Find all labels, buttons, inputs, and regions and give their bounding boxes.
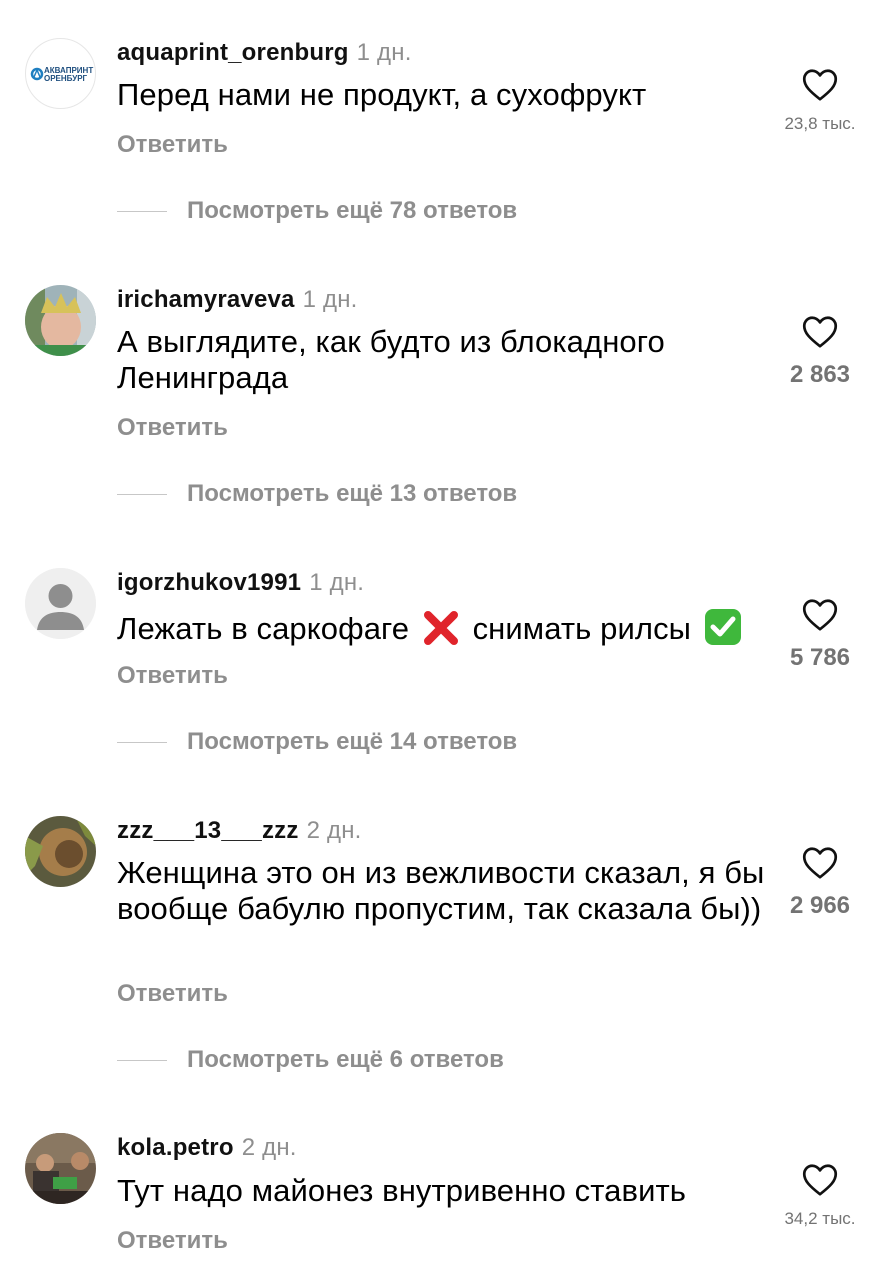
divider-line [117,741,167,743]
comment-author[interactable]: aquaprint_orenburg 1 дн. [117,39,412,67]
heart-icon[interactable] [802,846,838,880]
comment-text: А выглядите, как будто из блокадного Лен… [117,324,665,395]
avatar[interactable]: АКВАПРИНТ ОРЕНБУРГ [25,38,96,109]
comment-time: 1 дн. [302,286,358,313]
comment-author[interactable]: igorzhukov1991 1 дн. [117,569,364,597]
avatar[interactable] [25,568,96,639]
logo-line2: ОРЕНБУРГ [44,74,88,83]
like-count: 2 863 [789,361,851,388]
comment-time: 1 дн. [309,569,365,596]
comment-time: 2 дн. [306,817,362,844]
comment-time: 2 дн. [241,1134,297,1161]
view-more-replies-button[interactable]: Посмотреть ещё 6 ответов [117,1045,504,1075]
reply-button[interactable]: Ответить [117,414,228,442]
default-avatar-icon [25,568,96,639]
comment-time: 1 дн. [356,39,412,66]
view-more-replies-button[interactable]: Посмотреть ещё 78 ответов [117,196,517,226]
user-photo-avatar [25,816,96,887]
heart-icon[interactable] [802,315,838,349]
like-count: 34,2 тыс. [784,1209,856,1228]
view-more-replies-button[interactable]: Посмотреть ещё 13 ответов [117,479,517,509]
view-more-label: Посмотреть ещё 78 ответов [187,197,518,224]
like-section: 23,8 тыс. [779,68,861,134]
like-section: 34,2 тыс. [779,1163,861,1229]
comment-author[interactable]: irichamyraveva 1 дн. [117,286,358,314]
comment-text-part2: снимать рилсы [472,611,692,646]
avatar[interactable] [25,1133,96,1204]
comment-author[interactable]: zzz___13___zzz 2 дн. [117,817,362,845]
username[interactable]: aquaprint_orenburg [117,39,349,66]
like-section: 5 786 [779,598,861,672]
comment-text: Тут надо майонез внутривенно ставить [117,1173,687,1208]
view-more-label: Посмотреть ещё 6 ответов [187,1046,504,1073]
username[interactable]: irichamyraveva [117,286,295,313]
reply-button[interactable]: Ответить [117,1227,228,1255]
check-mark-emoji [704,609,741,645]
reply-button[interactable]: Ответить [117,131,228,159]
like-section: 2 966 [779,846,861,920]
avatar[interactable] [25,816,96,887]
view-more-label: Посмотреть ещё 14 ответов [187,728,518,755]
user-photo-avatar [25,1133,96,1204]
heart-icon[interactable] [802,68,838,102]
divider-line [117,493,167,495]
view-more-replies-button[interactable]: Посмотреть ещё 14 ответов [117,727,517,757]
divider-line [117,1059,167,1061]
reply-button[interactable]: Ответить [117,980,228,1008]
aquaprint-logo-icon: АКВАПРИНТ ОРЕНБУРГ [30,66,93,83]
reply-button[interactable]: Ответить [117,662,228,690]
heart-icon[interactable] [802,1163,838,1197]
username[interactable]: kola.petro [117,1134,234,1161]
like-section: 2 863 [779,315,861,389]
username[interactable]: igorzhukov1991 [117,569,301,596]
like-count: 5 786 [789,644,851,671]
like-count: 2 966 [789,892,851,919]
username[interactable]: zzz___13___zzz [117,817,299,844]
comment-text-part1: Лежать в саркофаге [117,611,410,646]
comment-text: Перед нами не продукт, а сухофрукт [117,77,647,112]
user-photo-avatar [25,285,96,356]
comment-text: Женщина это он из вежливости сказал, я б… [117,855,765,926]
view-more-label: Посмотреть ещё 13 ответов [187,480,518,507]
comment-text: Лежать в саркофаге снимать рилсы [117,608,767,647]
avatar[interactable] [25,285,96,356]
comment-author[interactable]: kola.petro 2 дн. [117,1134,297,1162]
heart-icon[interactable] [802,598,838,632]
cross-mark-emoji [423,611,458,645]
like-count: 23,8 тыс. [784,114,856,133]
divider-line [117,210,167,212]
